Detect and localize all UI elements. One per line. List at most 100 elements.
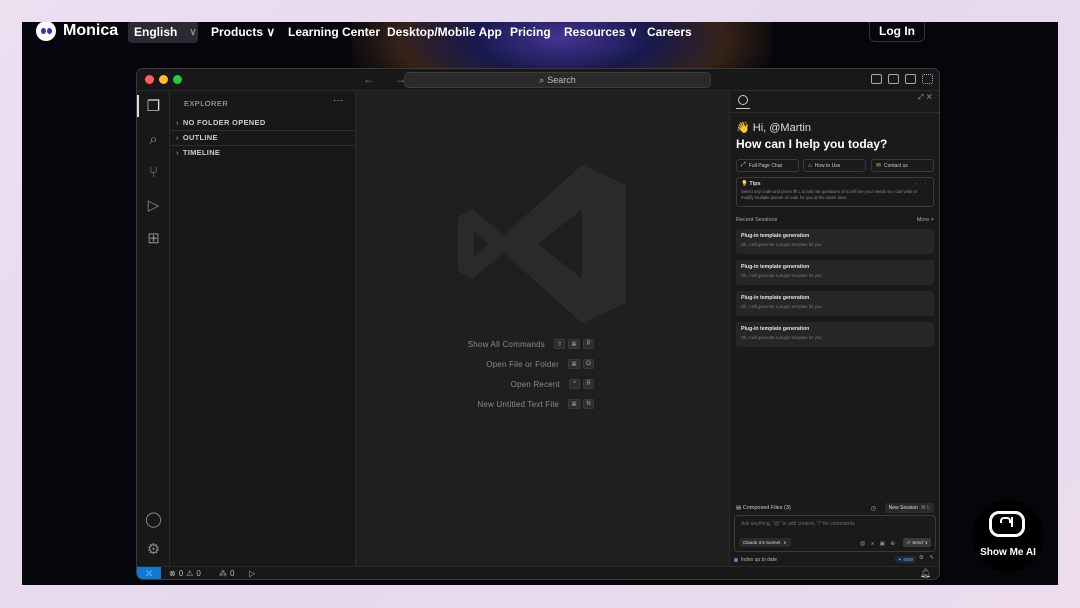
settings-gear-icon[interactable]: ⚙ bbox=[145, 541, 162, 558]
robot-icon bbox=[989, 511, 1025, 537]
more-actions-icon[interactable]: ··· bbox=[333, 95, 343, 106]
session-item[interactable]: Plug-in template generation Ok, I will g… bbox=[736, 229, 934, 254]
tips-body: Select any code and press ⌘ L to ask me … bbox=[741, 189, 918, 200]
tips-card: 💡 Tips Select any code and press ⌘ L to … bbox=[736, 177, 934, 207]
section-no-folder[interactable]: › NO FOLDER OPENED bbox=[170, 115, 356, 129]
chat-input[interactable]: Ask anything, "@" to add context, "/" fo… bbox=[734, 515, 936, 552]
notifications-bell-icon[interactable]: 🔔︎ bbox=[920, 568, 931, 579]
minimize-window-button[interactable] bbox=[159, 75, 168, 84]
chat-input-placeholder: Ask anything, "@" to add context, "/" fo… bbox=[741, 521, 855, 527]
activity-bar: ❐ ⌕ ⑂ ▷ ⊞ ◯ ⚙ bbox=[137, 91, 170, 566]
layout-controls bbox=[871, 74, 933, 84]
section-outline[interactable]: › OUTLINE bbox=[170, 130, 356, 144]
input-tool-icons[interactable]: @ ⅹ ▣ ⊕ bbox=[860, 541, 897, 547]
file-icon: ▤ bbox=[736, 505, 742, 511]
nav-resources[interactable]: Resources ∨ bbox=[564, 25, 638, 39]
composed-files-toggle[interactable]: ▤ Composed Files (3) bbox=[736, 505, 791, 511]
warning-icon: ⚠ bbox=[186, 569, 194, 578]
monica-logo-icon bbox=[36, 22, 56, 41]
status-bar: ⤫ ⊗ 0 ⚠ 0 ⁂ 0 ▷ 🔔︎ bbox=[137, 566, 939, 579]
history-icon[interactable]: ◷ bbox=[871, 505, 876, 512]
session-item[interactable]: Plug-in template generation Ok, I will g… bbox=[736, 291, 934, 316]
show-me-ai-badge: Show Me AI bbox=[972, 500, 1044, 572]
toggle-secondary-sidebar-icon[interactable] bbox=[905, 74, 916, 84]
monica-chat-icon[interactable] bbox=[738, 95, 748, 105]
recent-sessions-label: Recent Sessions bbox=[736, 217, 778, 223]
customize-layout-icon[interactable] bbox=[922, 74, 933, 84]
search-icon[interactable]: ⌕ bbox=[145, 131, 162, 148]
expand-icon: ⤢ bbox=[741, 162, 746, 168]
cmd-open-recent[interactable]: Open Recent ^ R bbox=[356, 378, 594, 390]
chevron-down-icon: ∨ bbox=[266, 25, 276, 39]
mail-icon: ✉ bbox=[876, 163, 882, 169]
nav-careers[interactable]: Careers bbox=[647, 25, 692, 39]
nav-pricing[interactable]: Pricing bbox=[510, 25, 551, 39]
command-center-search[interactable]: ⌕ Search bbox=[404, 72, 711, 88]
index-status-bar: Index up to date ✦ 4500 ⚙ ✎ bbox=[734, 555, 936, 564]
how-to-use-button[interactable]: ⌂ How to Use bbox=[803, 159, 866, 172]
run-debug-icon[interactable]: ▷ bbox=[145, 197, 162, 214]
divider bbox=[730, 112, 939, 113]
full-page-chat-button[interactable]: ⤢ Full Page Chat bbox=[736, 159, 799, 172]
session-item[interactable]: Plug-in template generation Ok, I will g… bbox=[736, 260, 934, 285]
send-icon: ⏎ bbox=[906, 539, 911, 545]
search-label: Search bbox=[547, 75, 576, 85]
error-icon: ⊗ bbox=[169, 569, 176, 578]
language-select[interactable]: English ∨ bbox=[128, 22, 198, 43]
search-icon: ⌕ bbox=[539, 74, 545, 85]
cmd-show-all-commands[interactable]: Show All Commands ⇧ ⌘ P bbox=[356, 338, 594, 350]
settings-feedback-icons[interactable]: ⚙ ✎ bbox=[919, 555, 936, 561]
model-select[interactable]: Claude 3.5 Sonnet ∨ bbox=[739, 538, 791, 547]
status-dot-icon bbox=[734, 558, 738, 562]
greeting: 👋 Hi, @Martin bbox=[736, 122, 811, 134]
toggle-panel-icon[interactable] bbox=[888, 74, 899, 84]
explorer-sidebar: EXPLORER ··· › NO FOLDER OPENED › OUTLINE … bbox=[170, 91, 356, 566]
monica-logo[interactable]: Monica bbox=[36, 22, 118, 41]
monica-panel: ⤢✕ 👋 Hi, @Martin How can I help you toda… bbox=[729, 91, 939, 566]
composed-files-bar: ▤ Composed Files (3) ◷ New Session ⌘ L bbox=[736, 503, 934, 513]
session-item[interactable]: Plug-in template generation Ok, I will g… bbox=[736, 322, 934, 347]
new-session-button[interactable]: New Session ⌘ L bbox=[884, 503, 934, 513]
expand-close-icons[interactable]: ⤢✕ bbox=[918, 94, 935, 102]
problems-indicator[interactable]: ⊗ 0 ⚠ 0 bbox=[169, 569, 201, 578]
chevron-right-icon: › bbox=[176, 133, 179, 142]
extensions-icon[interactable]: ⊞ bbox=[145, 230, 162, 247]
tab-underline bbox=[736, 108, 750, 109]
editor-area: Show All Commands ⇧ ⌘ P Open File or Folde… bbox=[356, 91, 729, 566]
lightbulb-icon: 💡 bbox=[741, 181, 748, 187]
cmd-new-file[interactable]: New Untitled Text File ⌘ N bbox=[356, 398, 594, 410]
chevron-down-icon: ∨ bbox=[783, 539, 787, 545]
section-timeline[interactable]: › TIMELINE bbox=[170, 145, 356, 159]
nav-desktop-mobile-app[interactable]: Desktop/Mobile App bbox=[387, 25, 502, 39]
explorer-title: EXPLORER bbox=[184, 99, 229, 108]
more-sessions-link[interactable]: More > bbox=[917, 217, 934, 223]
index-status-label: Index up to date bbox=[741, 557, 777, 563]
chevron-right-icon: › bbox=[176, 148, 179, 157]
broadcast-icon: ⁂ bbox=[219, 569, 227, 578]
account-icon[interactable]: ◯ bbox=[145, 511, 162, 528]
credits-badge[interactable]: ✦ 4500 bbox=[894, 556, 916, 563]
nav-products[interactable]: Products ∨ bbox=[211, 25, 275, 39]
chevron-down-icon: ∨ bbox=[924, 539, 928, 545]
ports-indicator[interactable]: ⁂ 0 bbox=[219, 569, 234, 578]
toggle-sidebar-icon[interactable] bbox=[871, 74, 882, 84]
credit-icon: ✦ bbox=[897, 556, 902, 562]
video-frame: Monica English ∨ Products ∨ Learning Cen… bbox=[22, 22, 1058, 585]
run-icon[interactable]: ▷ bbox=[249, 569, 255, 578]
source-control-icon[interactable]: ⑂ bbox=[145, 164, 162, 181]
remote-indicator-icon[interactable]: ⤫ bbox=[137, 567, 161, 579]
nav-learning-center[interactable]: Learning Center bbox=[288, 25, 380, 39]
explorer-icon[interactable]: ❐ bbox=[145, 98, 162, 115]
login-button[interactable]: Log In bbox=[869, 22, 925, 42]
send-button[interactable]: ⏎ Send ∨ bbox=[903, 538, 931, 547]
recent-sessions-header: Recent Sessions More > bbox=[736, 217, 934, 223]
book-icon: ⌂ bbox=[808, 162, 812, 169]
maximize-window-button[interactable] bbox=[173, 75, 182, 84]
cmd-open-file[interactable]: Open File or Folder ⌘ O bbox=[356, 358, 594, 370]
headline: How can I help you today? bbox=[736, 137, 888, 151]
contact-us-button[interactable]: ✉ Contact us bbox=[871, 159, 934, 172]
close-window-button[interactable] bbox=[145, 75, 154, 84]
vscode-watermark-icon bbox=[458, 165, 626, 323]
brand-name: Monica bbox=[63, 22, 119, 39]
tips-pager-icon[interactable]: ‹ › bbox=[915, 181, 929, 187]
